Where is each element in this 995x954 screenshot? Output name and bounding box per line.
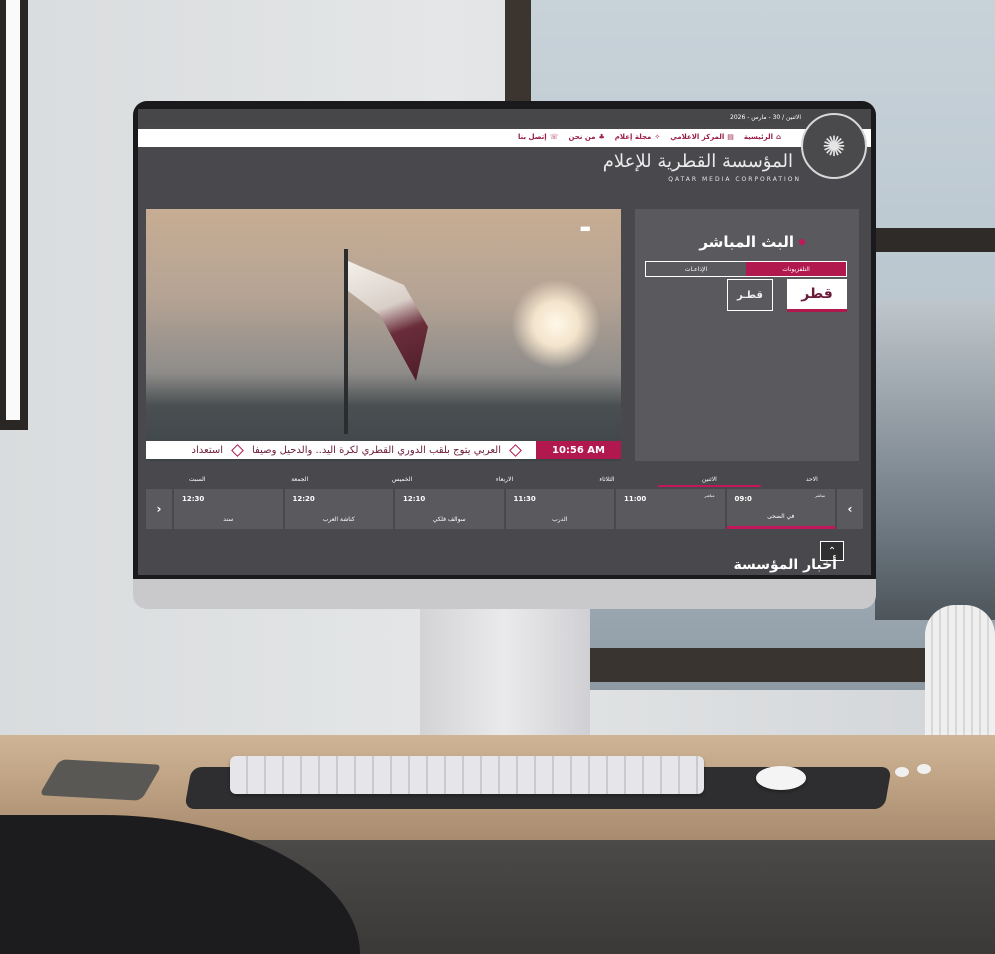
day-thursday[interactable]: الخميس — [351, 473, 453, 487]
ticker-clock: 10:56 AM — [536, 441, 621, 459]
channel-other[interactable]: قطـر — [727, 279, 773, 311]
day-sunday[interactable]: الاحد — [761, 473, 863, 487]
program-item[interactable]: 12:30 سند — [174, 489, 283, 529]
airpods — [895, 764, 931, 777]
mouse — [756, 766, 806, 790]
program-item[interactable]: 09:0 مباشر في الضحى — [726, 489, 835, 529]
nav-home[interactable]: ⌂ الرئيسية — [744, 133, 781, 141]
wall-frame — [0, 0, 28, 430]
live-panel: البث المباشر التلفزيونات الإذاعـات قطر ق… — [635, 209, 859, 461]
nav-media-center[interactable]: ▤ المركز الاعلامي — [670, 133, 734, 141]
monitor-bezel: الاثنين / 30 - مارس - 2026 ⌂ الرئيسية ▤ ال… — [133, 101, 876, 579]
monitor: الاثنين / 30 - مارس - 2026 ⌂ الرئيسية ▤ ال… — [133, 101, 876, 609]
program-item[interactable]: 12:20 كناشة العرب — [284, 489, 393, 529]
chevron-up-icon: ⌃ — [827, 545, 837, 557]
ticker-text: العربي يتوج بلقب الدوري القطري لكرة اليد… — [146, 441, 536, 459]
prev-arrow-icon[interactable]: ‹ — [146, 489, 172, 529]
monitor-stand — [420, 605, 590, 755]
window-bar — [870, 228, 995, 252]
video-player[interactable]: ▬ 10:56 AM العربي يتوج بلقب الدوري القطر… — [146, 209, 621, 461]
current-date: الاثنين / 30 - مارس - 2026 — [730, 114, 801, 121]
live-title: البث المباشر — [699, 233, 805, 251]
diamond-icon — [231, 443, 244, 457]
live-dot-icon — [799, 239, 805, 245]
document-icon: ▤ — [727, 133, 734, 141]
program-item[interactable]: 11:30 الدرب — [505, 489, 614, 529]
diamond-icon — [509, 443, 522, 457]
sun — [511, 279, 601, 369]
nav-about[interactable]: ♣ من نحن — [568, 133, 604, 141]
tab-radio[interactable]: الإذاعـات — [646, 262, 746, 276]
next-arrow-icon[interactable]: › — [837, 489, 863, 529]
city-view — [875, 300, 995, 620]
channel-list: قطر قطـر — [727, 279, 847, 312]
website-screen: الاثنين / 30 - مارس - 2026 ⌂ الرئيسية ▤ ال… — [138, 109, 871, 575]
schedule-days: الاحد الاثنين الثلاثاء الاربعاء الخميس ا… — [146, 473, 863, 487]
logo-arabic[interactable]: المؤسسة القطرية للإعلام — [603, 151, 793, 172]
program-list: › 09:0 مباشر في الضحى 11:00 مباشر 11:30 … — [146, 489, 863, 529]
day-saturday[interactable]: السبت — [146, 473, 248, 487]
news-heading: أخبار المؤسسة — [733, 557, 837, 573]
nav-magazine[interactable]: ✧ مجلة إعلام — [615, 133, 660, 141]
qatar-flag — [348, 261, 428, 381]
live-tabs: التلفزيونات الإذاعـات — [645, 261, 847, 277]
main-nav: ⌂ الرئيسية ▤ المركز الاعلامي ✧ مجلة إعلام ♣… — [518, 133, 781, 141]
program-item[interactable]: 12:10 سوالف فلكي — [395, 489, 504, 529]
day-tuesday[interactable]: الثلاثاء — [556, 473, 658, 487]
flag-pole — [344, 249, 348, 434]
day-monday[interactable]: الاثنين — [658, 473, 761, 487]
keyboard — [230, 756, 704, 794]
news-ticker: 10:56 AM العربي يتوج بلقب الدوري القطري … — [146, 441, 621, 459]
tab-tv[interactable]: التلفزيونات — [746, 262, 846, 276]
people-icon: ♣ — [598, 133, 605, 141]
phone-icon: ☏ — [549, 133, 559, 141]
phone — [39, 759, 162, 801]
nav-contact[interactable]: ☏ إتصل بنا — [518, 133, 559, 141]
home-icon: ⌂ — [775, 133, 781, 141]
seal-logo[interactable]: ✺ — [801, 113, 867, 179]
day-wednesday[interactable]: الاربعاء — [453, 473, 555, 487]
channel-watermark-icon: ▬ — [579, 221, 591, 235]
program-item[interactable]: 11:00 مباشر — [616, 489, 725, 529]
logo-english[interactable]: QATAR MEDIA CORPORATION — [668, 176, 801, 183]
channel-qatar-tv[interactable]: قطر — [787, 279, 847, 312]
day-friday[interactable]: الجمعة — [248, 473, 350, 487]
magazine-icon: ✧ — [654, 133, 661, 141]
